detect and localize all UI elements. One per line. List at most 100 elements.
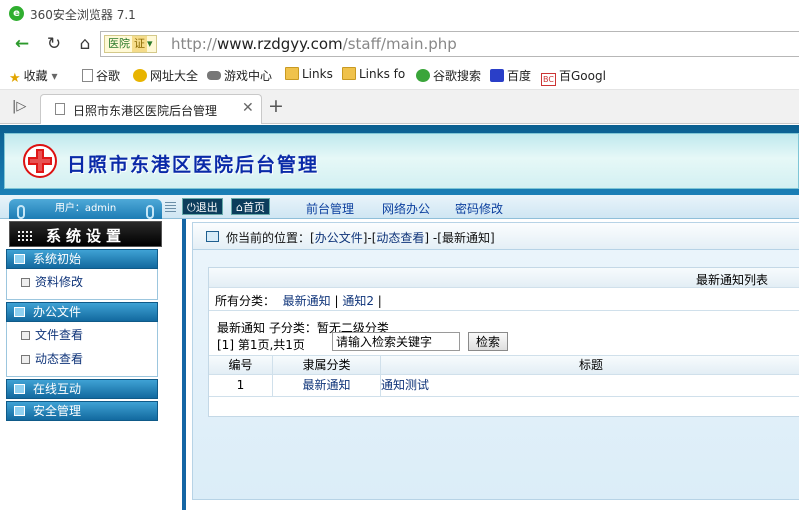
breadcrumb-dynamic-view[interactable]: 动态查看 <box>376 231 424 245</box>
folder-icon <box>342 67 356 80</box>
fav-item-baidu[interactable]: 百度 <box>490 67 531 84</box>
breadcrumb-text: 你当前的位置：[办公文件]-[动态查看] -[最新通知] <box>226 231 495 245</box>
table-row: 1 最新通知 通知测试 <box>209 375 799 397</box>
tab-bar: |▷ 日照市东港区医院后台管理 ✕ + <box>0 90 799 124</box>
page-content: 日照市东港区医院后台管理 ⏻退出 ⌂首页 前台管理 网络办公 密码修改 用户：a… <box>0 125 799 510</box>
row-id: 1 <box>209 375 273 396</box>
reload-icon[interactable]: ↻ <box>42 33 66 55</box>
nav-item-profile-edit[interactable]: 资料修改 <box>7 271 157 295</box>
doc-icon <box>21 278 30 287</box>
folder-icon <box>14 384 25 394</box>
column-header-row: 编号 隶属分类 标题 <box>209 355 799 375</box>
fav-item-site-directory[interactable]: 网址大全 <box>133 67 198 84</box>
fav-item-links-fo[interactable]: Links fo <box>342 67 405 81</box>
banner-panel: 日照市东港区医院后台管理 <box>4 133 799 189</box>
logout-button[interactable]: ⏻退出 <box>182 198 223 215</box>
browser-navbar: ← ↻ ⌂ 医院证 ▾ http://www.rzdgyy.com/staff/m… <box>0 28 799 60</box>
search-input[interactable] <box>332 332 460 351</box>
menu-front-management[interactable]: 前台管理 <box>306 200 354 217</box>
category-link-latest[interactable]: 最新通知 <box>283 294 331 308</box>
folder-icon <box>14 307 25 317</box>
nav-group-office-files[interactable]: 办公文件 <box>6 302 158 322</box>
site-title: 日照市东港区医院后台管理 <box>67 154 320 176</box>
identity-label: 医院 <box>108 37 130 50</box>
fav-item-google[interactable]: 谷歌 <box>82 67 120 84</box>
subcategory-row: 最新通知 子分类：暂无二级分类 <box>209 311 799 335</box>
left-nav: 系统初始 资料修改 办公文件 文件查看 动态查看 在线互动 安全管理 <box>6 249 158 423</box>
nav-group-system-init[interactable]: 系统初始 <box>6 249 158 269</box>
window-title: 360安全浏览器 7.1 <box>30 8 136 22</box>
globe-icon <box>133 69 147 82</box>
breadcrumb: 你当前的位置：[办公文件]-[动态查看] -[最新通知] <box>192 222 799 250</box>
grid-icon <box>17 230 33 241</box>
home-button[interactable]: ⌂首页 <box>231 198 270 215</box>
folder-icon <box>14 254 25 264</box>
sidebar-toggle-icon[interactable]: |▷ <box>12 99 26 114</box>
column-header-id: 编号 <box>209 356 273 374</box>
list-title: 最新通知列表 <box>695 273 768 287</box>
menu-password-change[interactable]: 密码修改 <box>455 200 503 217</box>
breadcrumb-office-files[interactable]: 办公文件 <box>315 231 363 245</box>
page-icon <box>55 103 65 115</box>
user-label: 用户：admin <box>54 203 117 214</box>
content-panel: 最新通知列表 所有分类： 最新通知 | 通知2 | 最新通知 子分类：暂无二级分… <box>192 250 799 500</box>
hook-icon <box>17 205 25 219</box>
doc-icon <box>21 355 30 364</box>
tab-title: 日照市东港区医院后台管理 <box>73 104 218 118</box>
back-arrow-icon[interactable]: ← <box>10 33 34 55</box>
favorites-bar: ★ 收藏 ▾ 谷歌 网址大全 游戏中心 Links Links fo 谷歌搜索 百… <box>0 60 799 90</box>
site-identity-badge[interactable]: 医院证 ▾ <box>104 35 157 53</box>
browser-titlebar: e 360安全浏览器 7.1 <box>0 0 799 28</box>
pager-text: [1] 第1页,共1页 <box>217 338 305 352</box>
gamepad-icon <box>207 71 221 80</box>
nav-items-office-files: 文件查看 动态查看 <box>6 322 158 377</box>
address-bar[interactable]: 医院证 ▾ http://www.rzdgyy.com/staff/main.ph… <box>100 31 799 57</box>
fav-item-collect[interactable]: ★ 收藏 ▾ <box>9 67 58 86</box>
categories-label: 所有分类： <box>215 294 276 308</box>
baidu-icon <box>490 69 504 82</box>
collapse-handle-icon[interactable] <box>165 202 176 214</box>
tab-active[interactable]: 日照市东港区医院后台管理 ✕ <box>40 94 262 124</box>
notice-list-table: 最新通知列表 所有分类： 最新通知 | 通知2 | 最新通知 子分类：暂无二级分… <box>208 267 799 417</box>
category-row: 所有分类： 最新通知 | 通知2 | <box>209 288 799 311</box>
url-text[interactable]: http://www.rzdgyy.com/staff/main.php <box>171 35 457 53</box>
frame-splitter[interactable] <box>182 219 186 510</box>
cert-badge: 证 <box>132 36 147 52</box>
book-icon <box>206 231 219 242</box>
bc-icon: BC <box>541 73 556 86</box>
system-settings-title: 系统设置 <box>46 227 127 245</box>
doc-icon <box>21 331 30 340</box>
column-header-title: 标题 <box>578 358 603 372</box>
list-header: 最新通知列表 <box>209 268 799 288</box>
folder-icon <box>285 67 299 80</box>
close-tab-icon[interactable]: ✕ <box>242 100 254 116</box>
system-settings-header: 系统设置 <box>9 221 162 247</box>
home-icon[interactable]: ⌂ <box>73 33 97 55</box>
star-icon: ★ <box>9 71 21 86</box>
nav-item-file-view[interactable]: 文件查看 <box>7 324 157 348</box>
pager-row: [1] 第1页,共1页 检索 <box>209 329 799 355</box>
folder-icon <box>14 406 25 416</box>
menu-network-office[interactable]: 网络办公 <box>382 200 430 217</box>
hook-icon <box>146 205 154 219</box>
nav-group-security[interactable]: 安全管理 <box>6 401 158 421</box>
fav-item-game-center[interactable]: 游戏中心 <box>207 67 272 84</box>
column-header-category: 隶属分类 <box>273 356 381 374</box>
table-footer <box>209 397 799 416</box>
new-tab-icon[interactable]: + <box>268 95 284 117</box>
row-title-link[interactable]: 通知测试 <box>381 375 799 396</box>
row-category-link[interactable]: 最新通知 <box>273 375 381 396</box>
nav-items-system-init: 资料修改 <box>6 269 158 300</box>
fav-item-links[interactable]: Links <box>285 67 333 81</box>
category-link-notice2[interactable]: 通知2 <box>342 294 374 308</box>
nav-group-online-interaction[interactable]: 在线互动 <box>6 379 158 399</box>
search-360-icon <box>416 69 430 82</box>
search-button[interactable]: 检索 <box>468 332 508 351</box>
page-icon <box>82 69 93 82</box>
nav-item-dynamic-view[interactable]: 动态查看 <box>7 348 157 372</box>
fav-item-google-search[interactable]: 谷歌搜索 <box>416 67 481 84</box>
fav-item-bc[interactable]: BC 百Googl <box>541 67 606 86</box>
user-box: 用户：admin <box>9 199 162 219</box>
red-cross-icon <box>23 144 57 178</box>
main-frame: 你当前的位置：[办公文件]-[动态查看] -[最新通知] 最新通知列表 所有分类… <box>192 222 799 510</box>
